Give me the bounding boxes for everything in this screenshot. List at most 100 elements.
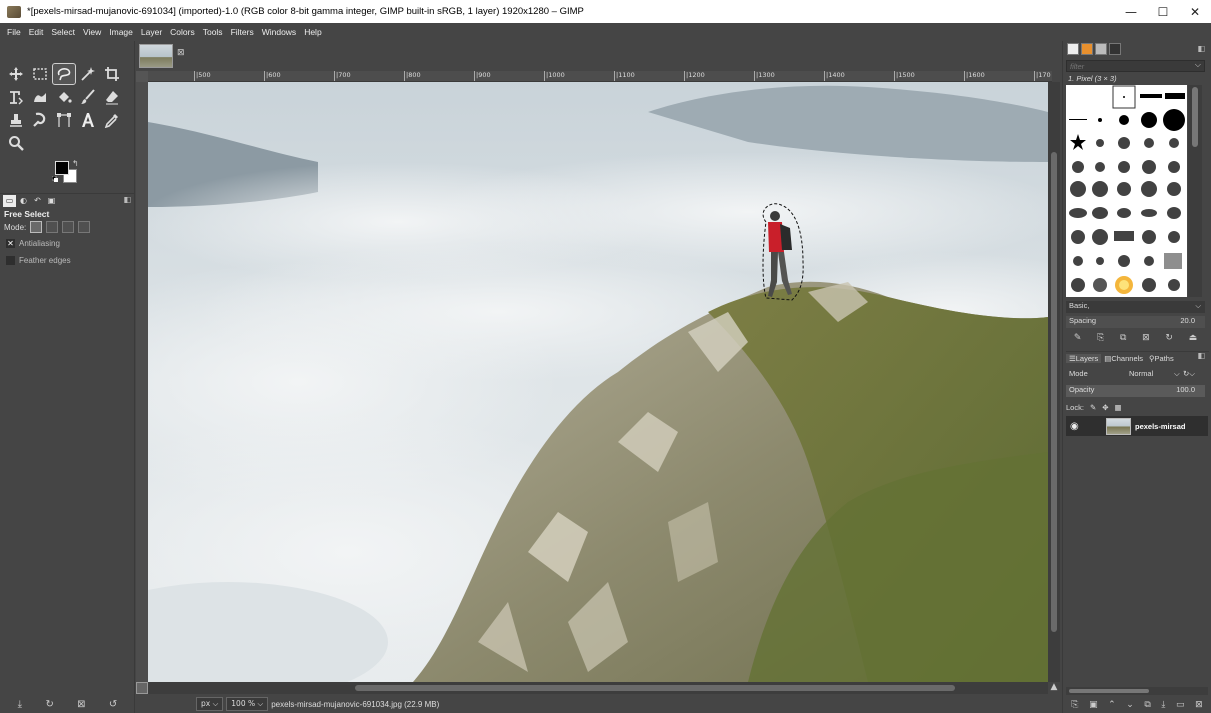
tab-brushes[interactable] bbox=[1067, 43, 1079, 55]
lock-pixels-icon[interactable]: ✎ bbox=[1090, 403, 1096, 412]
bucket-fill-icon[interactable] bbox=[52, 86, 76, 108]
refresh-brushes-icon[interactable]: ↻ bbox=[1165, 333, 1173, 343]
duplicate-layer-icon[interactable]: ⧉ bbox=[1144, 700, 1150, 710]
save-options-icon[interactable]: ⤓ bbox=[18, 699, 22, 710]
tab-fonts[interactable] bbox=[1095, 43, 1107, 55]
horizontal-scroll-thumb[interactable] bbox=[355, 685, 955, 691]
delete-layer-icon[interactable]: ⊠ bbox=[1195, 700, 1203, 710]
menu-select[interactable]: Select bbox=[47, 27, 79, 37]
image-tab-thumbnail[interactable] bbox=[139, 44, 173, 68]
color-picker-icon[interactable] bbox=[100, 109, 124, 131]
maximize-button[interactable]: ☐ bbox=[1147, 0, 1179, 23]
brush-tag-select[interactable]: Basic, ⌵ bbox=[1066, 301, 1205, 313]
navigate-icon[interactable]: ▲ bbox=[1048, 682, 1060, 694]
swap-colors-icon[interactable]: ↰ bbox=[72, 159, 79, 168]
horizontal-ruler[interactable]: |500 |600 |700 |800 |900 |1000 |1100 |12… bbox=[148, 71, 1052, 82]
layers-scrollbar[interactable] bbox=[1066, 687, 1208, 695]
mode-replace-button[interactable] bbox=[30, 221, 43, 233]
brush-dock-menu-icon[interactable]: ◧ bbox=[1197, 44, 1205, 53]
tab-tool-options[interactable]: ▭ bbox=[3, 194, 16, 207]
crop-tool-icon[interactable] bbox=[100, 63, 124, 85]
close-button[interactable]: ✕ bbox=[1179, 0, 1211, 23]
layers-scroll-thumb[interactable] bbox=[1069, 689, 1149, 693]
restore-options-icon[interactable]: ↻ bbox=[45, 699, 53, 710]
move-tool-icon[interactable] bbox=[4, 63, 28, 85]
brush-scrollbar[interactable] bbox=[1188, 85, 1202, 297]
default-colors-icon[interactable] bbox=[51, 175, 58, 182]
new-layer-icon[interactable]: ⎘ bbox=[1071, 700, 1078, 710]
mode-intersect-button[interactable] bbox=[78, 221, 91, 233]
fuzzy-select-icon[interactable] bbox=[76, 63, 100, 85]
menu-file[interactable]: File bbox=[3, 27, 25, 37]
raise-layer-icon[interactable]: ⌃ bbox=[1108, 700, 1116, 710]
layer-name[interactable]: pexels-mirsad bbox=[1135, 422, 1185, 431]
reset-options-icon[interactable]: ↺ bbox=[109, 699, 117, 710]
antialiasing-option[interactable]: ✕ Antialiasing bbox=[6, 239, 60, 248]
switch-mode-icon[interactable]: ↻⌵ bbox=[1183, 369, 1195, 379]
lock-alpha-icon[interactable]: ▦ bbox=[1115, 403, 1122, 412]
spacing-slider[interactable]: Spacing 20.0 bbox=[1066, 316, 1205, 328]
tab-images[interactable]: ▣ bbox=[45, 195, 58, 207]
color-swatches[interactable]: ↰ bbox=[51, 159, 84, 189]
menu-colors[interactable]: Colors bbox=[166, 27, 199, 37]
brush-as-image-icon[interactable]: ⏏ bbox=[1189, 333, 1198, 343]
mode-subtract-button[interactable] bbox=[62, 221, 75, 233]
delete-brush-icon[interactable]: ⊠ bbox=[1142, 333, 1150, 343]
eraser-icon[interactable] bbox=[100, 86, 124, 108]
antialiasing-checkbox[interactable]: ✕ bbox=[6, 239, 15, 248]
new-brush-icon[interactable]: ⎘ bbox=[1097, 333, 1104, 343]
menu-view[interactable]: View bbox=[79, 27, 105, 37]
clone-tool-icon[interactable] bbox=[4, 109, 28, 131]
warp-transform-icon[interactable] bbox=[28, 86, 52, 108]
tab-document-history[interactable] bbox=[1109, 43, 1121, 55]
horizontal-scrollbar[interactable] bbox=[148, 682, 1048, 694]
filter-dropdown-icon[interactable]: ⌵ bbox=[1195, 60, 1201, 70]
brush-grid[interactable] bbox=[1066, 85, 1187, 297]
brush-scroll-thumb[interactable] bbox=[1192, 87, 1198, 147]
duplicate-brush-icon[interactable]: ⧉ bbox=[1120, 333, 1126, 343]
delete-options-icon[interactable]: ⊠ bbox=[77, 699, 85, 710]
lock-position-icon[interactable]: ✥ bbox=[1102, 403, 1108, 412]
free-select-icon[interactable] bbox=[52, 63, 76, 85]
quick-mask-toggle[interactable] bbox=[136, 682, 148, 694]
edit-brush-icon[interactable]: ✎ bbox=[1074, 333, 1082, 343]
vertical-ruler[interactable] bbox=[136, 82, 148, 682]
menu-windows[interactable]: Windows bbox=[258, 27, 300, 37]
tab-undo-history[interactable]: ↶ bbox=[31, 195, 44, 207]
feather-edges-checkbox[interactable] bbox=[6, 256, 15, 265]
paths-tool-icon[interactable] bbox=[52, 109, 76, 131]
configure-tab-icon[interactable]: ◧ bbox=[123, 195, 131, 204]
tab-paths[interactable]: ⚲ Paths bbox=[1146, 354, 1177, 363]
menu-layer[interactable]: Layer bbox=[137, 27, 166, 37]
layer-mode-select[interactable]: Normal bbox=[1129, 369, 1153, 378]
paintbrush-icon[interactable] bbox=[76, 86, 100, 108]
mode-add-button[interactable] bbox=[46, 221, 59, 233]
opacity-slider[interactable]: Opacity 100.0 bbox=[1066, 385, 1205, 397]
merge-layer-icon[interactable]: ⤓ bbox=[1161, 700, 1165, 710]
lower-layer-icon[interactable]: ⌄ bbox=[1126, 700, 1134, 710]
new-group-icon[interactable]: ▣ bbox=[1089, 700, 1098, 710]
tab-device-status[interactable]: ◐ bbox=[17, 195, 30, 207]
vertical-scroll-thumb[interactable] bbox=[1051, 152, 1057, 632]
zoom-select[interactable]: 100 % ⌵ bbox=[226, 697, 269, 711]
layer-item[interactable]: ◉ pexels-mirsad bbox=[1066, 416, 1208, 436]
mask-layer-icon[interactable]: ▭ bbox=[1176, 700, 1185, 710]
unified-transform-icon[interactable] bbox=[4, 86, 28, 108]
image-canvas[interactable] bbox=[148, 82, 1048, 682]
smudge-tool-icon[interactable] bbox=[28, 109, 52, 131]
menu-help[interactable]: Help bbox=[300, 27, 325, 37]
feather-edges-option[interactable]: Feather edges bbox=[6, 256, 71, 265]
rect-select-icon[interactable] bbox=[28, 63, 52, 85]
foreground-color[interactable] bbox=[55, 161, 69, 175]
menu-edit[interactable]: Edit bbox=[25, 27, 48, 37]
tab-layers[interactable]: ☰ Layers bbox=[1066, 354, 1102, 363]
menu-image[interactable]: Image bbox=[105, 27, 137, 37]
tab-patterns[interactable] bbox=[1081, 43, 1093, 55]
visibility-eye-icon[interactable]: ◉ bbox=[1070, 421, 1084, 432]
tab-channels[interactable]: ▤ Channels bbox=[1101, 354, 1146, 363]
layers-dock-menu-icon[interactable]: ◧ bbox=[1197, 351, 1205, 360]
brush-filter-input[interactable] bbox=[1066, 60, 1205, 72]
zoom-tool-icon[interactable] bbox=[4, 132, 28, 154]
ruler-corner[interactable] bbox=[136, 71, 148, 82]
minimize-button[interactable]: — bbox=[1115, 0, 1147, 23]
